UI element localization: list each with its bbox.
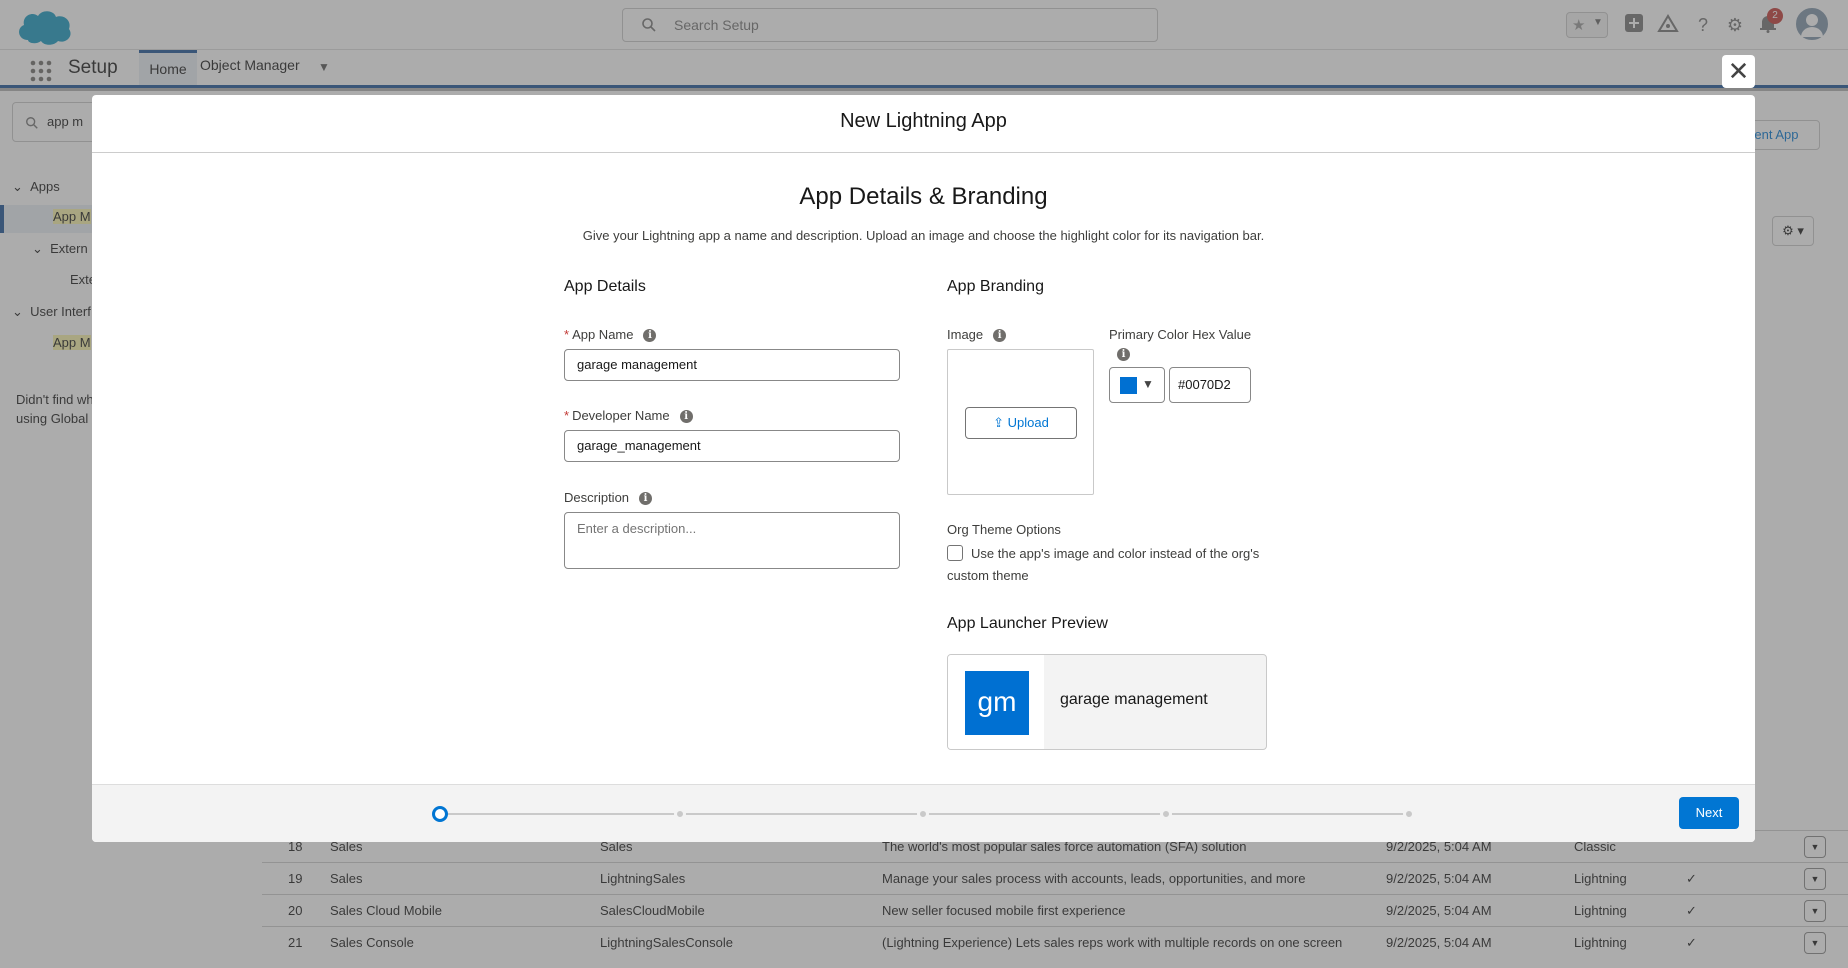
page-subtitle: Give your Lightning app a name and descr…	[582, 228, 1265, 243]
progress-step-3	[917, 808, 929, 820]
image-dropzone: ⇪ Upload	[947, 349, 1094, 495]
app-name-field[interactable]: garage management	[564, 349, 900, 381]
close-icon[interactable]: ✕	[1722, 55, 1755, 88]
app-branding-heading: App Branding	[947, 278, 1044, 295]
info-icon[interactable]: i	[993, 329, 1007, 342]
app-tile-name: garage management	[1060, 691, 1208, 708]
progress-step-1	[432, 806, 448, 822]
image-label: Image i	[947, 327, 1007, 342]
description-label: Description i	[564, 490, 653, 505]
info-icon[interactable]: i	[643, 329, 657, 342]
new-lightning-app-modal: New Lightning App App Details & Branding…	[92, 95, 1755, 842]
modal-footer: Next	[92, 784, 1755, 842]
primary-color-label: Primary Color Hex Value	[1109, 327, 1252, 342]
org-theme-checkbox-label: Use the app's image and color instead of…	[947, 546, 1260, 583]
developer-name-field[interactable]: garage_management	[564, 430, 900, 462]
info-icon[interactable]: i	[1117, 348, 1130, 361]
progress-step-5	[1403, 808, 1415, 820]
app-name-label: * App Name i	[564, 327, 657, 342]
description-field[interactable]: Enter a description...	[564, 512, 900, 569]
progress-step-2	[674, 808, 686, 820]
next-button[interactable]: Next	[1679, 797, 1739, 829]
app-launcher-preview: gm garage management	[947, 654, 1267, 750]
app-tile-initials: gm	[965, 671, 1029, 735]
app-details-heading: App Details	[564, 278, 646, 295]
developer-name-label: * Developer Name i	[564, 408, 693, 423]
app-launcher-preview-heading: App Launcher Preview	[947, 615, 1108, 632]
hex-color-field[interactable]: #0070D2	[1169, 367, 1251, 403]
info-icon[interactable]: i	[639, 492, 653, 505]
progress-step-4	[1160, 808, 1172, 820]
org-theme-checkbox[interactable]	[947, 545, 963, 561]
upload-button[interactable]: ⇪ Upload	[965, 407, 1077, 439]
page-title: App Details & Branding	[799, 183, 1048, 210]
chevron-down-icon: ▼	[1142, 377, 1154, 391]
modal-title: New Lightning App	[92, 95, 1755, 153]
color-picker-button[interactable]: ▼	[1109, 367, 1165, 403]
upload-icon: ⇪	[993, 415, 1005, 430]
info-icon[interactable]: i	[679, 410, 693, 423]
color-swatch	[1120, 377, 1137, 394]
org-theme-label: Org Theme Options	[947, 522, 1061, 537]
